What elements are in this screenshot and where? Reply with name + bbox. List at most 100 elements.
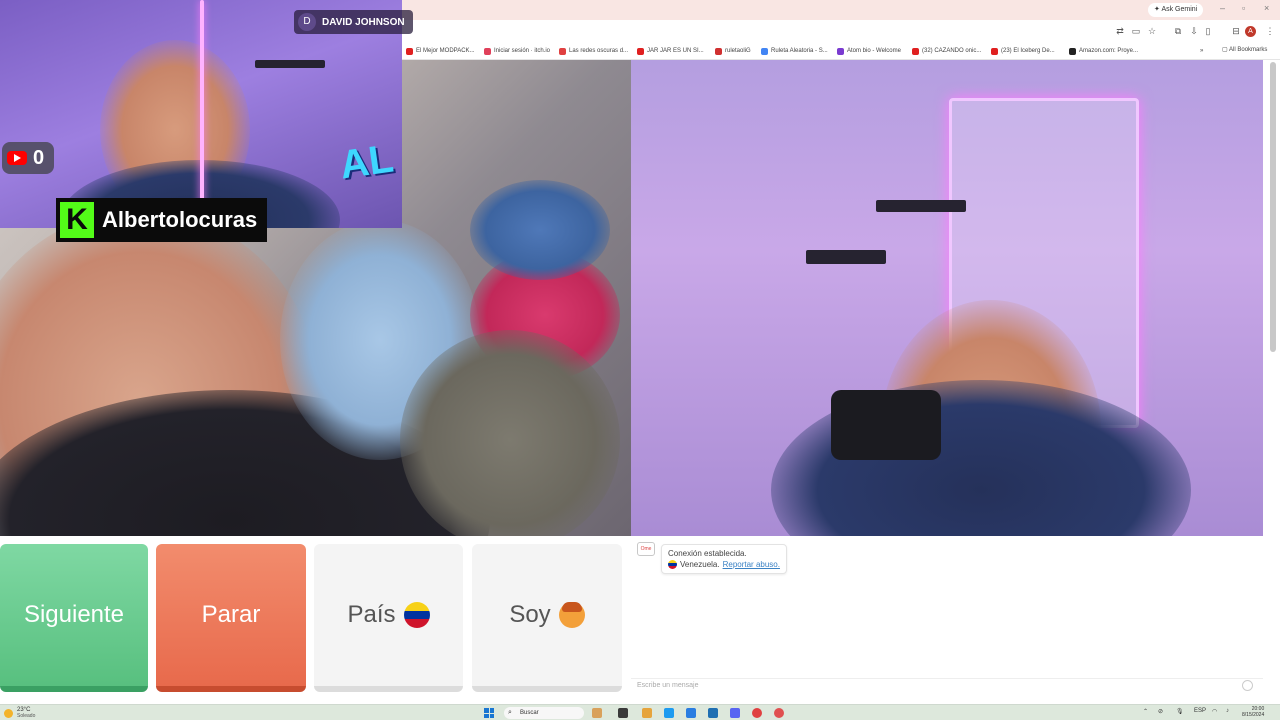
bookmark-item[interactable]: Iniciar sesión · itch.io <box>484 46 550 56</box>
cast-icon[interactable]: ▭ <box>1130 25 1142 37</box>
streamer-name: Albertolocuras <box>102 207 258 232</box>
stop-button[interactable]: Parar <box>156 544 306 692</box>
ask-gemini-button[interactable]: ✦ Ask Gemini <box>1148 3 1204 17</box>
bookmark-label: El Mejor MODPACK... <box>416 48 475 54</box>
taskbar-search[interactable]: ⌕ Buscar <box>504 707 584 719</box>
flag-stripe <box>668 566 677 569</box>
bookmarks-bar: El Mejor MODPACK... Iniciar sesión · itc… <box>402 42 1280 60</box>
venezuela-flag-icon <box>668 560 677 569</box>
minimize-icon[interactable]: – <box>1220 3 1225 13</box>
bookmark-favicon <box>715 47 722 55</box>
page-scrollbar[interactable] <box>1270 62 1276 352</box>
country-button[interactable]: País <box>314 544 463 692</box>
bookmark-item[interactable]: Amazon.com: Proye... <box>1069 46 1138 56</box>
weather-widget[interactable]: 23°C Soleado <box>4 707 35 719</box>
browser-toolbar: ⇄ ▭ ☆ ⧉ ⇩ ▯ ⊟ ⋮ <box>402 20 1280 42</box>
clock-date: 8/15/2024 <box>1242 712 1265 718</box>
kick-icon: K <box>60 202 94 238</box>
language-indicator[interactable]: ESP <box>1194 708 1206 714</box>
maximize-icon[interactable]: ▫ <box>1242 3 1245 13</box>
chat-panel: Ome Conexión establecida. Venezuela. Rep… <box>631 540 1263 692</box>
volume-icon[interactable]: ♪ <box>1226 708 1229 714</box>
bookmark-item[interactable]: JAR JAR ES UN SI... <box>637 46 704 56</box>
channel-logo: AL <box>337 136 397 188</box>
tray-chevron-icon[interactable]: ⌃ <box>1143 708 1148 715</box>
search-icon: ⌕ <box>508 709 512 716</box>
bookmark-item[interactable]: Las redes oscuras d... <box>559 46 628 56</box>
flag-stripe <box>403 602 430 611</box>
taskbar-app-icon[interactable] <box>708 708 718 718</box>
tray-app-icon[interactable]: ⊘ <box>1158 708 1163 715</box>
bookmark-label: Iniciar sesión · itch.io <box>494 48 551 54</box>
viewer-avatar: D <box>298 13 316 31</box>
bookmark-item[interactable]: El Mejor MODPACK... <box>406 46 475 56</box>
more-bookmarks-icon[interactable]: » <box>1200 46 1203 56</box>
video-blur-shape <box>470 180 610 280</box>
taskbar-app-icon[interactable] <box>774 708 784 718</box>
taskbar-app-icon[interactable] <box>618 708 628 718</box>
next-label: Siguiente <box>23 601 125 628</box>
microphone-icon[interactable]: 🎙 <box>1176 708 1184 715</box>
country-label: País <box>347 601 396 628</box>
country-line: Venezuela. Reportar abuso. <box>668 559 780 570</box>
discord-icon[interactable] <box>730 708 740 718</box>
weather-condition: Soleado <box>17 713 36 719</box>
system-clock[interactable]: 20:00 8/15/2024 <box>1242 706 1264 718</box>
message-placeholder: Escribe un mensaje <box>637 682 699 689</box>
extensions-icon[interactable]: ⧉ <box>1172 25 1184 37</box>
youtube-count: 0 <box>33 146 45 169</box>
ome-logo-icon: Ome <box>637 542 655 556</box>
bookmark-label: (23) El Iceberg De... <box>1001 48 1055 54</box>
profile-avatar[interactable]: A <box>1245 26 1256 37</box>
viewer-name-tag: D DAVID JOHNSON <box>294 10 413 34</box>
youtube-viewer-badge: 0 <box>2 142 54 174</box>
person-emoji-icon <box>558 602 585 628</box>
bookmark-star-icon[interactable]: ☆ <box>1146 25 1158 37</box>
bookmark-favicon <box>837 47 844 55</box>
all-bookmarks-button[interactable]: ▢ All Bookmarks <box>1222 46 1267 53</box>
bookmark-item[interactable]: Atom bio - Welcome <box>837 46 901 56</box>
shelf-shape <box>255 60 325 68</box>
next-button[interactable]: Siguiente <box>0 544 148 692</box>
gender-button[interactable]: Soy <box>472 544 622 692</box>
viewer-name: DAVID JOHNSON <box>322 16 405 28</box>
translate-icon[interactable]: ⇄ <box>1114 25 1126 37</box>
youtube-icon <box>7 151 27 165</box>
connection-status: Conexión establecida. <box>668 549 747 558</box>
sun-icon <box>4 708 13 718</box>
system-message: Conexión establecida. Venezuela. Reporta… <box>661 544 787 574</box>
edge-icon[interactable] <box>664 708 674 718</box>
bookmark-label: Las redes oscuras d... <box>569 48 629 54</box>
bookmark-item[interactable]: (23) El Iceberg De... <box>991 46 1055 56</box>
wifi-icon[interactable]: ◠ <box>1212 708 1217 715</box>
file-explorer-icon[interactable] <box>642 708 652 718</box>
close-window-icon[interactable]: × <box>1264 3 1269 13</box>
chrome-icon[interactable] <box>752 708 762 718</box>
split-icon[interactable]: ⊟ <box>1230 25 1242 37</box>
venezuela-flag-icon <box>403 602 430 628</box>
taskbar-app-icon[interactable] <box>592 708 602 718</box>
bookmark-favicon <box>1069 47 1076 55</box>
bookmark-item[interactable]: ruletaoliG <box>715 46 751 56</box>
bookmark-item[interactable]: Ruleta Aleatoria - S... <box>761 46 828 56</box>
search-label: Buscar <box>520 710 539 716</box>
menu-kebab-icon[interactable]: ⋮ <box>1264 25 1276 37</box>
bookmark-favicon <box>761 47 768 55</box>
windows-start-icon[interactable] <box>484 708 494 718</box>
led-strip-shape <box>200 0 204 228</box>
sidepanel-icon[interactable]: ▯ <box>1202 25 1214 37</box>
download-icon[interactable]: ⇩ <box>1188 25 1200 37</box>
emoji-icon[interactable] <box>1242 680 1253 691</box>
self-video <box>631 60 1263 536</box>
flag-stripe <box>403 610 430 620</box>
report-abuse-link[interactable]: Reportar abuso. <box>723 559 780 570</box>
store-icon[interactable] <box>686 708 696 718</box>
bookmark-item[interactable]: (32) CAZANDO onic... <box>912 46 981 56</box>
bookmark-favicon <box>991 47 998 55</box>
stop-label: Parar <box>201 601 261 628</box>
message-input[interactable]: Escribe un mensaje <box>631 678 1263 692</box>
app-screen: ✦ Ask Gemini – ▫ × ⇄ ▭ ☆ ⧉ ⇩ ▯ ⊟ ⋮ A El … <box>0 0 1280 720</box>
bookmark-label: (32) CAZANDO onic... <box>922 48 982 54</box>
bookmark-favicon <box>912 47 919 55</box>
bookmark-favicon <box>637 47 644 55</box>
